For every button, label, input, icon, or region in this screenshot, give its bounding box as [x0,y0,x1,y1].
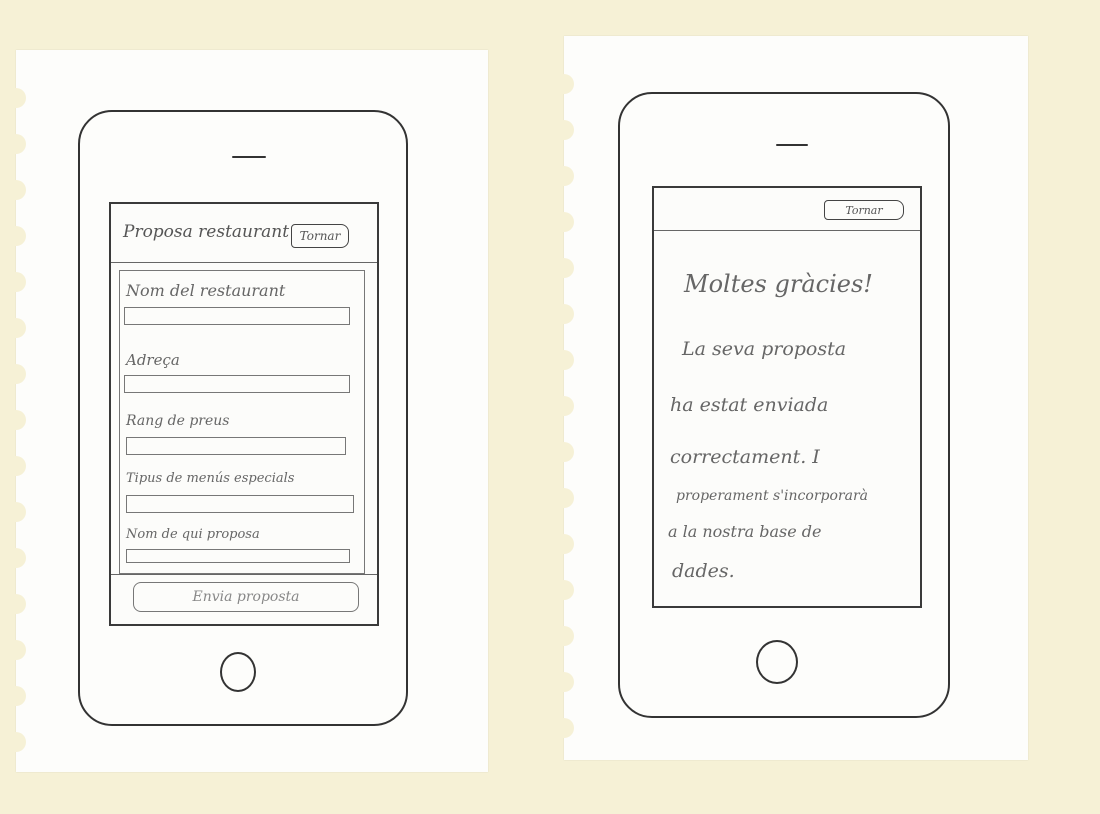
message-line: La seva proposta [682,338,847,360]
proposer-name-input[interactable] [126,549,350,563]
restaurant-name-input[interactable] [124,307,350,325]
perforation-edge [554,36,574,760]
field-label-special-menus: Tipus de menús especials [126,471,295,486]
special-menus-input[interactable] [126,495,354,513]
field-label-proposer-name: Nom de qui proposa [126,527,260,542]
message-line: ha estat enviada [670,394,829,416]
field-label-restaurant-name: Nom del restaurant [126,281,286,300]
page-title: Proposa restaurant [123,222,290,242]
price-range-input[interactable] [126,437,346,455]
field-label-address: Adreça [126,351,180,369]
thanks-topbar: Tornar [654,188,920,231]
field-label-price-range: Rang de preus [126,413,230,429]
form-footer-divider [111,574,377,575]
message-line: a la nostra base de [668,522,822,541]
home-button[interactable] [220,652,256,692]
phone-frame-thanks: Tornar Moltes gràcies! La seva proposta … [618,92,950,718]
form-screen: Proposa restaurant Tornar Nom del restau… [109,202,379,626]
message-line: dades. [672,560,735,582]
thanks-screen: Tornar Moltes gràcies! La seva proposta … [652,186,922,608]
back-button[interactable]: Tornar [291,224,349,248]
form-topbar: Proposa restaurant Tornar [111,204,377,263]
left-paper-sheet: Proposa restaurant Tornar Nom del restau… [6,50,488,772]
back-button[interactable]: Tornar [824,200,904,220]
right-paper-sheet: Tornar Moltes gràcies! La seva proposta … [554,36,1028,760]
phone-frame-form: Proposa restaurant Tornar Nom del restau… [78,110,408,726]
submit-proposal-button[interactable]: Envia proposta [133,582,359,612]
thanks-heading: Moltes gràcies! [684,270,873,298]
form-body: Nom del restaurant Adreça Rang de preus … [119,270,365,574]
address-input[interactable] [124,375,350,393]
home-button[interactable] [756,640,798,684]
perforation-edge [6,50,26,772]
message-line: properament s'incorporarà [676,488,868,504]
message-line: correctament. I [670,446,820,468]
speaker-icon [232,156,266,158]
speaker-icon [776,144,808,146]
